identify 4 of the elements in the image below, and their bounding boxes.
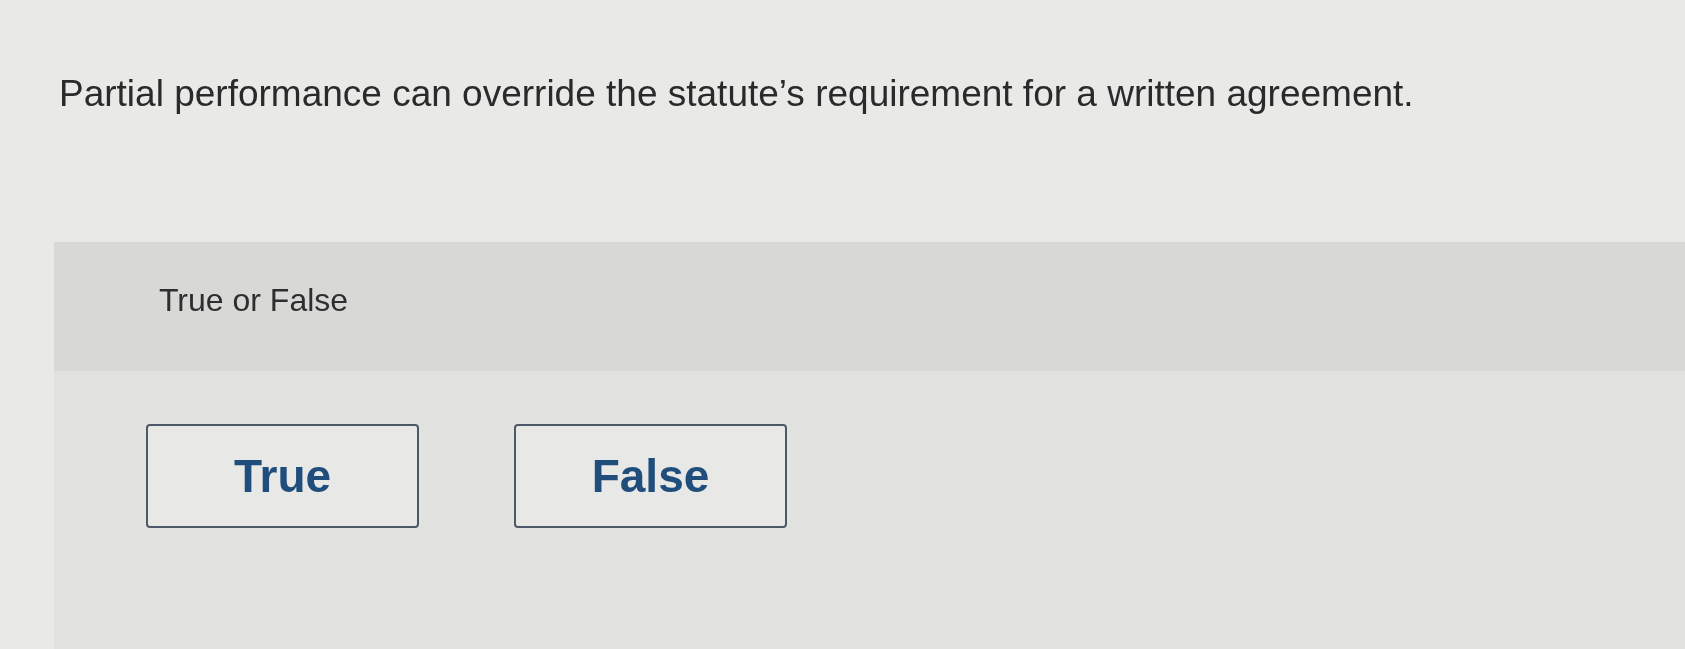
prompt-label: True or False	[159, 282, 349, 319]
answer-option-button[interactable]: True	[146, 424, 419, 528]
answer-option-button[interactable]: False	[514, 424, 787, 528]
question-text: Partial performance can override the statute’s requirement for a written agreement.	[59, 72, 1414, 116]
